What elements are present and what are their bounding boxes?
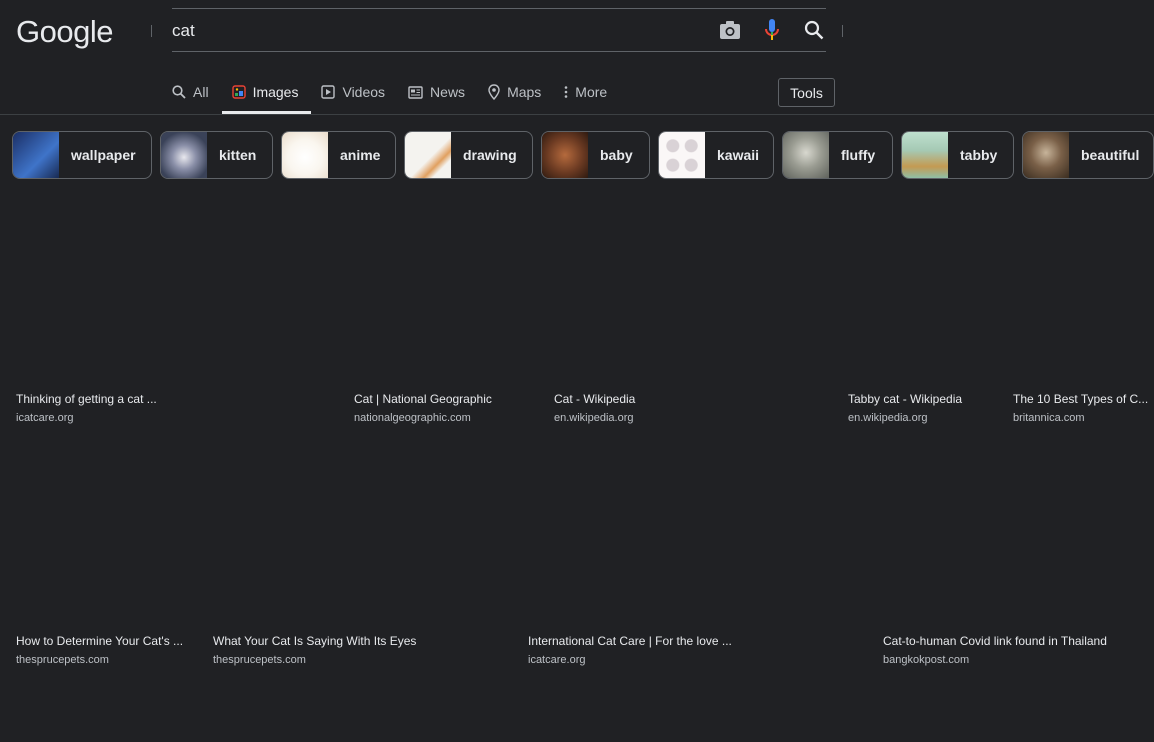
chip-drawing[interactable]: drawing bbox=[404, 131, 533, 179]
map-pin-icon bbox=[488, 84, 500, 100]
tab-label: More bbox=[575, 84, 608, 100]
search-box[interactable]: cat bbox=[172, 8, 826, 52]
chip-label: wallpaper bbox=[71, 147, 136, 163]
chip-wallpaper[interactable]: wallpaper bbox=[12, 131, 152, 179]
chip-thumbnail bbox=[13, 132, 59, 178]
chip-thumbnail bbox=[405, 132, 451, 178]
chip-label: anime bbox=[340, 147, 381, 163]
tab-label: Maps bbox=[507, 84, 542, 100]
chip-thumbnail bbox=[282, 132, 328, 178]
tab-label: News bbox=[430, 84, 466, 100]
related-searches-chips: wallpaper kitten anime drawing baby kawa… bbox=[12, 131, 1154, 179]
chip-label: tabby bbox=[960, 147, 998, 163]
result-source: nationalgeographic.com bbox=[354, 412, 471, 424]
chip-thumbnail bbox=[1023, 132, 1069, 178]
divider bbox=[0, 114, 1154, 115]
result-source: bangkokpost.com bbox=[883, 654, 970, 666]
chip-beautiful[interactable]: beautiful bbox=[1022, 131, 1154, 179]
chip-thumbnail bbox=[659, 132, 705, 178]
tools-button[interactable]: Tools bbox=[778, 78, 835, 107]
image-result[interactable]: Thinking of getting a cat ... icatcare.o… bbox=[16, 392, 166, 424]
image-result[interactable]: International Cat Care | For the love ..… bbox=[528, 634, 743, 666]
chip-thumbnail bbox=[161, 132, 207, 178]
result-title[interactable]: What Your Cat Is Saying With Its Eyes bbox=[213, 634, 433, 648]
chip-label: beautiful bbox=[1081, 147, 1140, 163]
tab-all[interactable]: All bbox=[172, 82, 209, 102]
result-source: thesprucepets.com bbox=[16, 654, 109, 666]
divider bbox=[151, 25, 152, 37]
chip-thumbnail bbox=[542, 132, 588, 178]
camera-icon[interactable] bbox=[718, 18, 742, 42]
result-source: thesprucepets.com bbox=[213, 654, 306, 666]
result-source: icatcare.org bbox=[16, 412, 74, 424]
chip-label: kitten bbox=[219, 147, 257, 163]
image-result[interactable]: Cat | National Geographic nationalgeogra… bbox=[354, 392, 524, 424]
image-result[interactable]: Tabby cat - Wikipedia en.wikipedia.org bbox=[848, 392, 998, 424]
result-title[interactable]: Thinking of getting a cat ... bbox=[16, 392, 166, 406]
microphone-icon[interactable] bbox=[760, 18, 784, 42]
chip-label: fluffy bbox=[841, 147, 876, 163]
result-title[interactable]: Tabby cat - Wikipedia bbox=[848, 392, 998, 406]
search-input[interactable]: cat bbox=[172, 21, 195, 41]
more-vert-icon bbox=[564, 86, 568, 98]
chip-tabby[interactable]: tabby bbox=[901, 131, 1014, 179]
tab-more[interactable]: More bbox=[564, 82, 607, 102]
result-title[interactable]: Cat | National Geographic bbox=[354, 392, 524, 406]
search-icon[interactable] bbox=[802, 18, 826, 42]
result-source: en.wikipedia.org bbox=[554, 412, 634, 424]
news-icon bbox=[408, 85, 423, 99]
result-title[interactable]: The 10 Best Types of C... bbox=[1013, 392, 1152, 406]
chip-label: baby bbox=[600, 147, 633, 163]
image-result[interactable]: The 10 Best Types of C... britannica.com bbox=[1013, 392, 1152, 424]
chip-thumbnail bbox=[783, 132, 829, 178]
search-tabs: All Images Videos News Maps More bbox=[172, 82, 630, 102]
result-title[interactable]: Cat - Wikipedia bbox=[554, 392, 704, 406]
play-icon bbox=[321, 85, 336, 99]
result-source: icatcare.org bbox=[528, 654, 586, 666]
result-title[interactable]: Cat-to-human Covid link found in Thailan… bbox=[883, 634, 1133, 648]
search-icon bbox=[172, 85, 186, 99]
google-logo[interactable]: Google bbox=[16, 14, 113, 50]
chip-kitten[interactable]: kitten bbox=[160, 131, 273, 179]
image-result[interactable]: Cat - Wikipedia en.wikipedia.org bbox=[554, 392, 704, 424]
result-title[interactable]: International Cat Care | For the love ..… bbox=[528, 634, 743, 648]
chip-anime[interactable]: anime bbox=[281, 131, 396, 179]
tab-label: Images bbox=[252, 84, 299, 100]
chip-baby[interactable]: baby bbox=[541, 131, 650, 179]
image-result[interactable]: How to Determine Your Cat's ... thespruc… bbox=[16, 634, 191, 666]
chip-label: drawing bbox=[463, 147, 517, 163]
tab-label: Videos bbox=[342, 84, 386, 100]
chip-fluffy[interactable]: fluffy bbox=[782, 131, 893, 179]
tab-label: All bbox=[193, 84, 209, 100]
result-title[interactable]: How to Determine Your Cat's ... bbox=[16, 634, 191, 648]
images-icon bbox=[231, 85, 246, 99]
divider bbox=[842, 25, 843, 37]
tab-news[interactable]: News bbox=[408, 82, 465, 102]
chip-kawaii[interactable]: kawaii bbox=[658, 131, 774, 179]
chip-label: kawaii bbox=[717, 147, 760, 163]
image-result[interactable]: Cat-to-human Covid link found in Thailan… bbox=[883, 634, 1133, 666]
tab-maps[interactable]: Maps bbox=[488, 82, 541, 102]
tab-videos[interactable]: Videos bbox=[321, 82, 385, 102]
tab-images[interactable]: Images bbox=[231, 82, 299, 102]
result-source: en.wikipedia.org bbox=[848, 412, 928, 424]
chip-thumbnail bbox=[902, 132, 948, 178]
result-source: britannica.com bbox=[1013, 412, 1085, 424]
image-result[interactable]: What Your Cat Is Saying With Its Eyes th… bbox=[213, 634, 433, 666]
